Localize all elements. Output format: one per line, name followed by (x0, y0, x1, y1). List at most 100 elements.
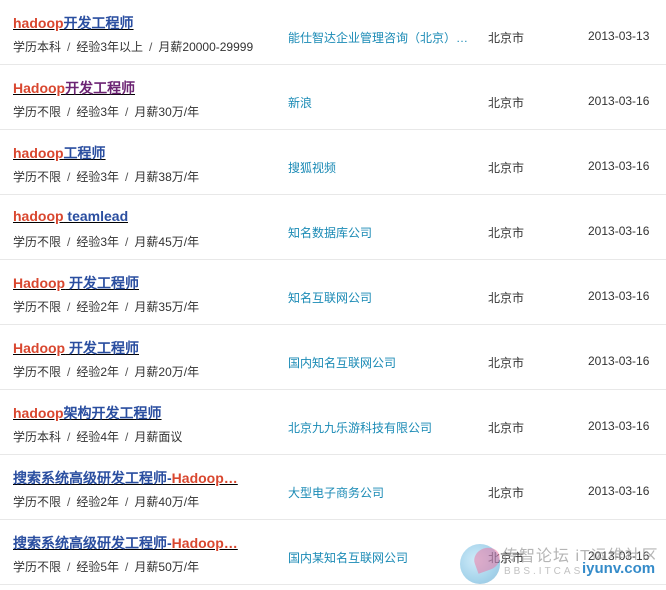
job-experience: 经验3年 (76, 105, 120, 119)
job-date: 2013-03-16 (588, 159, 650, 173)
job-education: 学历本科 (13, 430, 62, 444)
job-salary: 月薪45万/年 (134, 235, 200, 249)
job-salary: 月薪38万/年 (134, 170, 200, 184)
company-link[interactable]: 国内某知名互联网公司 (288, 549, 408, 566)
job-city: 北京市 (488, 486, 525, 500)
job-salary: 月薪35万/年 (134, 300, 200, 314)
job-title-text: 架构开发工程师 (63, 405, 162, 421)
company-link[interactable]: 北京九九乐游科技有限公司 (288, 419, 432, 436)
job-city: 北京市 (488, 161, 525, 175)
job-city: 北京市 (488, 356, 525, 370)
job-experience: 经验2年 (76, 300, 120, 314)
site-watermark: 传智论坛 iT运维社区 BBS.ITCAST.CN iyunv.com (460, 538, 666, 590)
meta-separator: / (67, 235, 71, 249)
job-meta: 学历本科 / 经验4年 / 月薪面议 (13, 428, 182, 445)
company-link[interactable]: 新浪 (288, 94, 312, 111)
job-title-keyword: hadoop (13, 208, 64, 224)
job-date: 2013-03-13 (588, 29, 650, 43)
job-education: 学历不限 (13, 300, 62, 314)
company-link[interactable]: 大型电子商务公司 (288, 484, 384, 501)
job-education: 学历不限 (13, 105, 62, 119)
job-row: Hadoop开发工程师 学历不限 / 经验3年 / 月薪30万/年 新浪 北京市 2013-03… (0, 65, 666, 130)
job-title-prefix: 搜索系统高级研发工程师- (13, 535, 172, 551)
job-title-text: teamlead (63, 208, 129, 224)
job-experience: 经验5年 (76, 560, 120, 574)
job-row: hadoop teamlead 学历不限 / 经验3年 / 月薪45万/年 知名数据库公司北… (0, 195, 666, 260)
job-salary: 月薪40万/年 (134, 495, 200, 509)
job-title-link[interactable]: Hadoop 开发工程师 (13, 338, 139, 358)
job-experience: 经验3年 (76, 235, 120, 249)
job-meta: 学历不限 / 经验5年 / 月薪50万/年 (13, 558, 199, 575)
job-row: 搜索系统高级研发工程师-Hadoop… 学历不限 / 经验2年 / 月薪40万/年 大型电子… (0, 455, 666, 520)
job-title-text: 工程师 (63, 145, 106, 161)
company-link[interactable]: 搜狐视频 (288, 159, 336, 176)
meta-separator: / (125, 300, 129, 314)
job-title-link[interactable]: Hadoop开发工程师 (13, 78, 135, 98)
job-education: 学历不限 (13, 170, 62, 184)
job-experience: 经验2年 (76, 495, 120, 509)
job-title-prefix: 搜索系统高级研发工程师- (13, 470, 172, 486)
job-salary: 月薪20万/年 (134, 365, 200, 379)
job-title-link[interactable]: hadoop teamlead (13, 208, 128, 224)
job-salary: 月薪50万/年 (134, 560, 200, 574)
job-title-keyword: hadoop (13, 405, 64, 421)
meta-separator: / (125, 365, 129, 379)
meta-separator: / (125, 105, 129, 119)
job-meta: 学历不限 / 经验2年 / 月薪35万/年 (13, 298, 199, 315)
job-salary: 月薪30万/年 (134, 105, 200, 119)
job-title-keyword: Hadoop (13, 80, 66, 96)
job-education: 学历不限 (13, 235, 62, 249)
job-title-keyword: Hadoop (13, 275, 66, 291)
job-city: 北京市 (488, 31, 525, 45)
job-city: 北京市 (488, 96, 525, 110)
meta-separator: / (125, 560, 129, 574)
meta-separator: / (125, 430, 129, 444)
job-city: 北京市 (488, 226, 525, 240)
job-title-text: 开发工程师 (63, 15, 134, 31)
job-title-link[interactable]: 搜索系统高级研发工程师-Hadoop… (13, 533, 238, 553)
job-title-link[interactable]: hadoop开发工程师 (13, 13, 134, 33)
job-meta: 学历不限 / 经验2年 / 月薪20万/年 (13, 363, 199, 380)
job-row: hadoop工程师学历不限 / 经验3年 / 月薪38万/年 搜狐视频 北京市 2013-03… (0, 130, 666, 195)
job-row: Hadoop 开发工程师 学历不限 / 经验2年 / 月薪35万/年 知名互联网公司 北京市 2… (0, 260, 666, 325)
meta-separator: / (149, 40, 153, 54)
job-title-link[interactable]: hadoop架构开发工程师 (13, 403, 162, 423)
job-meta: 学历不限 / 经验3年 / 月薪38万/年 (13, 168, 199, 185)
job-title-link[interactable]: Hadoop 开发工程师 (13, 273, 139, 293)
job-education: 学历不限 (13, 560, 62, 574)
job-meta: 学历不限 / 经验3年 / 月薪45万/年 (13, 233, 199, 250)
company-link[interactable]: 国内知名互联网公司 (288, 354, 396, 371)
meta-separator: / (67, 105, 71, 119)
meta-separator: / (67, 560, 71, 574)
job-row: hadoop架构开发工程师 学历本科 / 经验4年 / 月薪面议 北京九九乐游科技有限公司 北… (0, 390, 666, 455)
company-link[interactable]: 能仕智达企业管理咨询（北京）… (288, 29, 468, 46)
job-title-link[interactable]: 搜索系统高级研发工程师-Hadoop… (13, 468, 238, 488)
meta-separator: / (125, 170, 129, 184)
job-row: hadoop开发工程师 学历本科 / 经验3年以上 / 月薪20000-29999 能仕智达… (0, 0, 666, 65)
job-education: 学历本科 (13, 40, 62, 54)
company-link[interactable]: 知名互联网公司 (288, 289, 372, 306)
watermark-brand-text: iyunv.com (580, 560, 658, 577)
meta-separator: / (67, 430, 71, 444)
job-city: 北京市 (488, 421, 525, 435)
job-title-link[interactable]: hadoop工程师 (13, 143, 106, 163)
job-education: 学历不限 (13, 495, 62, 509)
job-list: hadoop开发工程师 学历本科 / 经验3年以上 / 月薪20000-29999 能仕智达… (0, 0, 666, 585)
job-experience: 经验3年 (76, 170, 120, 184)
job-meta: 学历本科 / 经验3年以上 / 月薪20000-29999 (13, 38, 253, 55)
job-date: 2013-03-16 (588, 289, 650, 303)
job-title-text: 开发工程师 (65, 275, 139, 291)
meta-separator: / (67, 300, 71, 314)
job-education: 学历不限 (13, 365, 62, 379)
job-row: Hadoop 开发工程师 学历不限 / 经验2年 / 月薪20万/年 国内知名互联网公司 北京… (0, 325, 666, 390)
meta-separator: / (125, 495, 129, 509)
job-title-keyword: Hadoop (13, 340, 66, 356)
company-link[interactable]: 知名数据库公司 (288, 224, 372, 241)
meta-separator: / (67, 170, 71, 184)
job-title-keyword: hadoop (13, 15, 64, 31)
meta-separator: / (67, 495, 71, 509)
job-city: 北京市 (488, 291, 525, 305)
meta-separator: / (125, 235, 129, 249)
meta-separator: / (67, 40, 71, 54)
job-experience: 经验2年 (76, 365, 120, 379)
